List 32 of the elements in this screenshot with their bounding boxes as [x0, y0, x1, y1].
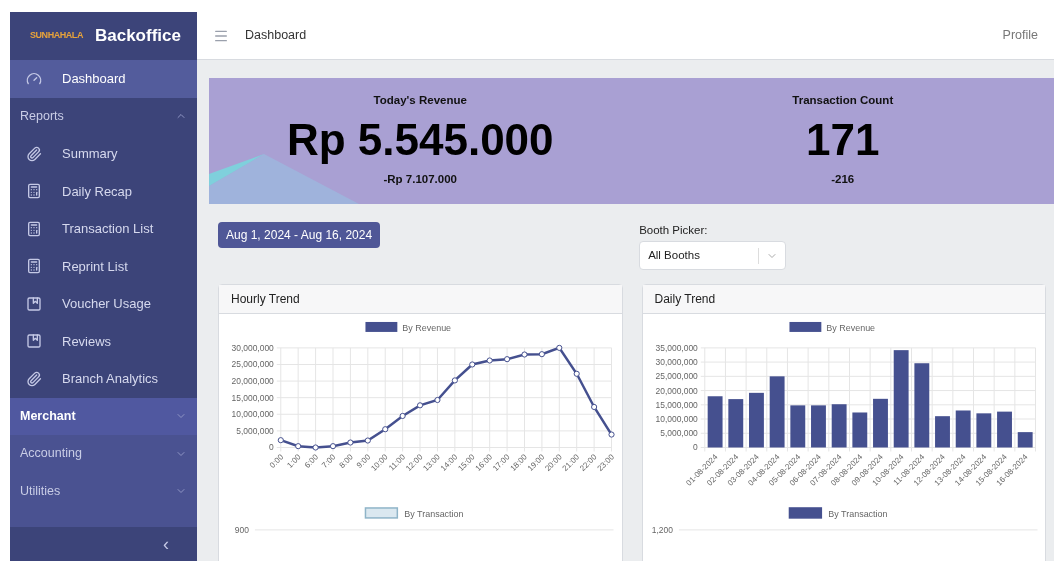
- axis-label: 5,000,000: [659, 428, 698, 439]
- legend-label: By Transaction: [827, 508, 888, 519]
- card-title: Daily Trend: [642, 285, 1045, 315]
- axis-label: 10,000,000: [231, 409, 274, 420]
- axis-label: 35,000,000: [655, 343, 698, 354]
- axis-label: 30,000,000: [655, 357, 698, 368]
- brand-title: Backoffice: [94, 25, 181, 48]
- axis-label: 25,000,000: [231, 359, 274, 370]
- stat-value: 171: [806, 114, 880, 167]
- stat-title: Today's Revenue: [373, 93, 467, 108]
- axis-label: 15,000,000: [231, 392, 274, 403]
- axis-label: 0: [269, 442, 274, 453]
- axis-label: 30,000,000: [231, 343, 274, 354]
- axis-label: 20,000,000: [655, 385, 698, 396]
- legend-label: By Revenue: [402, 323, 452, 334]
- logo: SUNHAHALA: [30, 29, 83, 43]
- booth-picker-label: Booth Picker:: [639, 223, 709, 238]
- stat-change: -Rp 7.107.000: [383, 172, 457, 188]
- axis-label: 25,000,000: [655, 371, 698, 382]
- axis-label: 900: [234, 524, 249, 535]
- stat-change: -216: [831, 172, 855, 188]
- stat-value: Rp 5.545.000: [286, 114, 554, 167]
- stat-title: Transaction Count: [792, 93, 894, 108]
- legend-label: By Revenue: [825, 323, 875, 334]
- axis-label: 10,000,000: [655, 414, 698, 425]
- axis-label: 15,000,000: [655, 400, 698, 411]
- card-title: Hourly Trend: [219, 285, 622, 315]
- axis-label: 1,200: [651, 524, 673, 535]
- axis-label: 5,000,000: [236, 426, 274, 437]
- axis-label: 20,000,000: [231, 376, 274, 387]
- axis-label: 0: [692, 442, 698, 453]
- legend-label: By Transaction: [404, 508, 464, 519]
